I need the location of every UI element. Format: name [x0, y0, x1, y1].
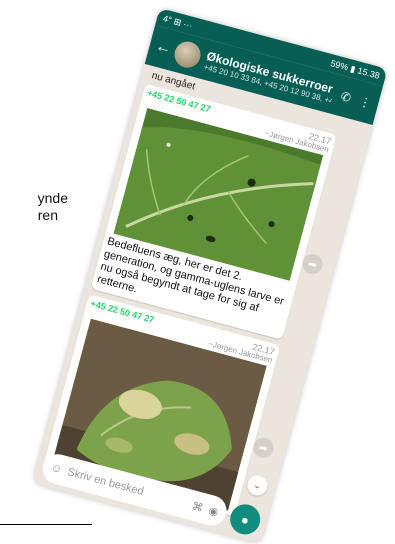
arrow-left-icon[interactable]: ← [153, 37, 174, 58]
phone-screenshot: 4° ⊞ ··· 59% ▮ 15.38 ← Økologiske sukker… [32, 7, 388, 544]
paperclip-icon[interactable]: ⌘ [191, 499, 205, 514]
fragment-line-1: ynde [37, 190, 68, 206]
microphone-icon[interactable]: ● [226, 501, 264, 538]
add-call-icon[interactable]: ✆ [337, 89, 354, 106]
chat-area[interactable]: nu angået +45 22 50 47 27 22.17 ~Jørgen … [43, 64, 373, 517]
message-bubble[interactable]: +45 22 50 47 27 22.17 ~Jørgen Jakobsen B… [90, 83, 337, 340]
fragment-line-2: ren [37, 207, 58, 223]
camera-icon[interactable]: ◉ [207, 503, 220, 518]
footnote-rule [0, 524, 92, 525]
chevrons-down-icon[interactable]: ⌄ [245, 473, 270, 498]
more-vertical-icon[interactable]: ⋮ [357, 94, 374, 111]
group-avatar[interactable] [171, 38, 204, 71]
emoji-icon[interactable]: ☺ [49, 462, 63, 476]
